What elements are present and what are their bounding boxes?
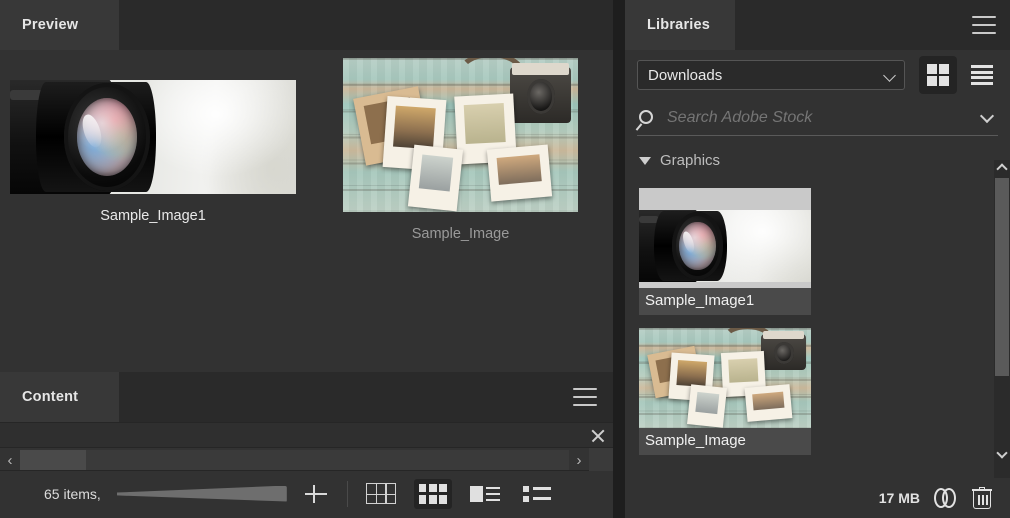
vertical-scrollbar-thumb[interactable] (995, 178, 1009, 376)
scroll-left-glyph: ‹ (7, 451, 13, 469)
libraries-toolbar: Downloads (625, 50, 1010, 100)
preview-item-caption: Sample_Image1 (100, 208, 206, 224)
list-view-button[interactable] (518, 479, 556, 509)
asset-label: Sample_Image1 (645, 292, 755, 309)
close-icon[interactable] (587, 425, 609, 447)
increase-thumbnail-size-button[interactable] (303, 481, 329, 507)
list-icon (522, 485, 551, 503)
libraries-footer: 17 MB (625, 478, 1010, 518)
trash-icon[interactable] (972, 487, 992, 509)
hamburger-menu-icon[interactable] (972, 16, 996, 34)
library-asset[interactable]: Sample_Image1 (639, 188, 811, 315)
panel-divider[interactable] (613, 0, 625, 518)
scrollbar-thumb[interactable] (20, 450, 86, 470)
scrollbar-corner (589, 448, 613, 472)
adobe-stock-search-row (625, 100, 1010, 140)
details-icon (469, 484, 500, 504)
asset-label: Sample_Image (645, 432, 746, 449)
content-toolbar: 65 items, (0, 471, 613, 516)
tab-content[interactable]: Content (0, 372, 119, 422)
grid-view-button[interactable] (362, 479, 400, 509)
items-count-label: 65 items, (44, 485, 101, 502)
thumbnail-size-slider[interactable] (116, 483, 287, 505)
chevron-down-icon[interactable] (979, 108, 995, 124)
library-size-label: 17 MB (878, 490, 920, 506)
preview-item[interactable]: Sample_Image1 (10, 80, 296, 224)
preview-tabstrip: Preview (0, 0, 613, 50)
preview-panel: Preview Sample_Image1 Sample_Image (0, 0, 613, 372)
horizontal-scrollbar[interactable]: ‹ › (0, 447, 613, 472)
libraries-asset-list: Graphics Sample_Image1 Sample_Image (625, 140, 1010, 478)
grid-icon (365, 483, 396, 504)
hamburger-menu-icon[interactable] (573, 388, 597, 406)
search-underline (637, 135, 998, 136)
libraries-tabstrip: Libraries (625, 0, 1010, 50)
asset-thumbnail (639, 328, 811, 428)
left-column: Preview Sample_Image1 Sample_Image Conte… (0, 0, 613, 518)
tab-libraries[interactable]: Libraries (625, 0, 735, 50)
content-tabstrip: Content (0, 372, 613, 422)
list-view-icon (971, 65, 993, 85)
search-input[interactable] (667, 106, 967, 130)
tab-preview-label: Preview (22, 17, 79, 33)
search-icon (639, 110, 653, 124)
thumbnail-grid-icon (418, 483, 447, 504)
preview-thumbnail (343, 58, 578, 212)
library-select[interactable]: Downloads (637, 60, 905, 90)
creative-cloud-icon[interactable] (934, 488, 958, 508)
content-subbar (0, 422, 613, 447)
triangle-down-icon[interactable] (639, 156, 651, 165)
toolbar-divider (346, 480, 348, 507)
content-panel: Content ‹ › 65 items, (0, 372, 613, 518)
libraries-panel: Libraries Downloads Search Adobe Stock G… (625, 0, 1010, 518)
preview-thumbnail (10, 80, 296, 194)
scroll-left-arrow[interactable]: ‹ (0, 448, 20, 472)
thumbnail-view-button[interactable] (413, 478, 452, 509)
library-asset[interactable]: Sample_Image (639, 328, 811, 455)
tab-preview[interactable]: Preview (0, 0, 119, 50)
libraries-vertical-scrollbar[interactable] (994, 160, 1010, 478)
grid-view-icon (927, 64, 949, 86)
scrollbar-track[interactable] (20, 450, 569, 470)
details-view-button[interactable] (466, 479, 504, 509)
tab-libraries-label: Libraries (647, 17, 711, 33)
asset-group-header[interactable]: Graphics (625, 140, 1010, 175)
scroll-up-arrow[interactable] (994, 162, 1010, 176)
grid-view-mode-button[interactable] (919, 56, 957, 94)
list-view-mode-button[interactable] (963, 56, 1001, 94)
chevron-down-icon (883, 69, 896, 82)
scroll-right-glyph: › (576, 451, 582, 469)
application-window: Preview Sample_Image1 Sample_Image Conte… (0, 0, 1010, 518)
asset-thumbnail (639, 188, 811, 288)
asset-group-title: Graphics (660, 152, 721, 169)
library-select-value: Downloads (648, 66, 723, 84)
preview-item-caption: Sample_Image (411, 226, 510, 242)
tab-content-label: Content (22, 389, 79, 405)
preview-body: Sample_Image1 Sample_Image (0, 50, 613, 372)
scroll-down-arrow[interactable] (994, 446, 1010, 460)
preview-item[interactable]: Sample_Image (343, 58, 578, 242)
scroll-right-arrow[interactable]: › (569, 448, 589, 472)
